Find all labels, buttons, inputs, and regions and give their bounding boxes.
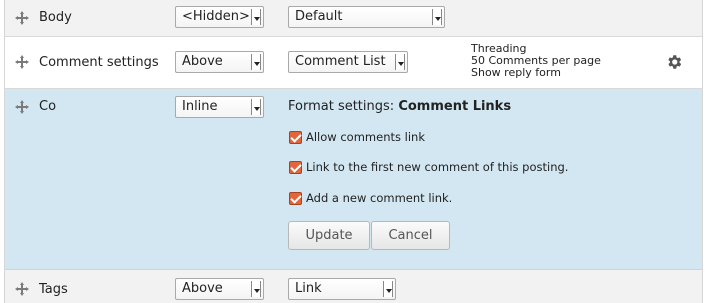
- chevron-down-icon: [251, 281, 261, 297]
- field-row-comment-settings: Comment settings Above Comment List Thre…: [5, 37, 702, 89]
- option-link-first-new-comment[interactable]: Link to the first new comment of this po…: [289, 159, 568, 175]
- checkbox-label: Allow comments link: [306, 130, 425, 144]
- move-handle-icon[interactable]: [15, 282, 29, 296]
- field-label: Body: [39, 10, 72, 25]
- select-value: <Hidden>: [182, 9, 250, 24]
- select-value: Default: [295, 9, 343, 24]
- field-row-body: Body <Hidden> Default: [5, 0, 702, 37]
- field-label: Co: [39, 99, 57, 114]
- chevron-down-icon: [383, 281, 393, 297]
- format-settings-title: Format settings: Comment Links: [288, 99, 511, 114]
- field-label: Tags: [39, 282, 68, 297]
- select-value: Comment List: [295, 54, 386, 69]
- update-button[interactable]: Update: [288, 221, 370, 250]
- select-value: Above: [182, 54, 223, 69]
- cancel-button[interactable]: Cancel: [371, 221, 450, 250]
- label-position-select[interactable]: Above: [175, 51, 264, 73]
- checkbox-checked[interactable]: [289, 130, 302, 144]
- format-settings-prefix: Format settings:: [288, 99, 395, 114]
- chevron-down-icon: [251, 54, 261, 70]
- option-add-new-comment-link[interactable]: Add a new comment link.: [289, 190, 452, 206]
- summary-line: Show reply form: [471, 66, 561, 79]
- format-settings-name: Comment Links: [398, 99, 512, 114]
- move-handle-icon[interactable]: [15, 11, 29, 25]
- chevron-down-icon: [251, 99, 261, 115]
- formatter-select[interactable]: Default: [288, 6, 445, 28]
- field-display-table: Body <Hidden> Default Comment settings A…: [4, 0, 703, 303]
- chevron-down-icon: [251, 9, 261, 25]
- move-handle-icon[interactable]: [15, 55, 29, 69]
- checkbox-checked[interactable]: [289, 160, 302, 174]
- formatter-select[interactable]: Comment List: [288, 51, 408, 73]
- checkbox-checked[interactable]: [289, 191, 302, 205]
- select-value: Above: [182, 281, 223, 296]
- select-value: Inline: [182, 99, 218, 114]
- formatter-select[interactable]: Link: [288, 278, 396, 300]
- field-row-co: Co Inline Format settings: Comment Links…: [5, 89, 702, 270]
- field-row-tags: Tags Above Link: [5, 270, 702, 303]
- label-position-select[interactable]: Inline: [175, 96, 264, 118]
- option-allow-comments-link[interactable]: Allow comments link: [289, 129, 425, 145]
- gear-icon[interactable]: [665, 53, 683, 71]
- checkbox-label: Add a new comment link.: [306, 191, 453, 205]
- label-position-select[interactable]: Above: [175, 278, 264, 300]
- move-handle-icon[interactable]: [15, 100, 29, 114]
- chevron-down-icon: [395, 54, 405, 70]
- formatter-summary: Threading 50 Comments per page Show repl…: [471, 43, 601, 79]
- select-value: Link: [295, 281, 322, 296]
- label-position-select[interactable]: <Hidden>: [175, 6, 264, 28]
- chevron-down-icon: [432, 9, 442, 25]
- checkbox-label: Link to the first new comment of this po…: [306, 160, 569, 174]
- field-label: Comment settings: [39, 55, 159, 70]
